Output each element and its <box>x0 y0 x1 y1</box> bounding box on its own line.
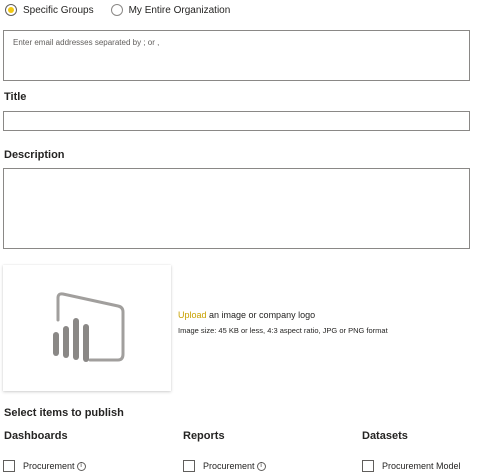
logo-preview-card[interactable] <box>3 265 171 391</box>
dataset-procurement-model-checkbox[interactable] <box>362 460 374 472</box>
dashboard-item-procurement: Procurement i <box>3 460 86 472</box>
dashboards-column-title: Dashboards <box>4 430 68 442</box>
dataset-item-procurement-model: Procurement Model <box>362 460 461 472</box>
email-addresses-textarea[interactable]: Enter email addresses separated by ; or … <box>3 30 470 81</box>
datasets-column-title: Datasets <box>362 430 408 442</box>
description-label: Description <box>4 149 65 161</box>
report-item-procurement: Procurement i <box>183 460 266 472</box>
title-label: Title <box>4 91 27 103</box>
audience-radio-group: Specific Groups My Entire Organization <box>5 3 247 17</box>
power-bi-logo-icon <box>53 292 125 362</box>
radio-entire-organization[interactable] <box>110 4 123 16</box>
report-procurement-label: Procurement <box>203 461 255 471</box>
report-procurement-checkbox[interactable] <box>183 460 195 472</box>
info-icon[interactable]: i <box>256 461 266 471</box>
upload-text: an image or company logo <box>206 310 316 320</box>
radio-specific-groups-label[interactable]: Specific Groups <box>23 5 94 16</box>
reports-column-title: Reports <box>183 430 225 442</box>
radio-specific-groups[interactable] <box>5 4 17 16</box>
email-placeholder: Enter email addresses separated by ; or … <box>13 38 160 47</box>
title-input[interactable] <box>3 111 470 131</box>
select-items-title: Select items to publish <box>4 407 124 419</box>
dashboard-procurement-checkbox[interactable] <box>3 460 15 472</box>
upload-link[interactable]: Upload <box>178 310 207 320</box>
info-icon[interactable]: i <box>76 461 86 471</box>
upload-line: Upload an image or company logo <box>178 310 315 320</box>
dashboard-procurement-label: Procurement <box>23 461 75 471</box>
upload-hint: Image size: 45 KB or less, 4:3 aspect ra… <box>178 326 388 335</box>
dataset-procurement-model-label: Procurement Model <box>382 461 461 471</box>
radio-selected-dot <box>8 7 14 13</box>
radio-entire-organization-label[interactable]: My Entire Organization <box>129 5 231 16</box>
description-textarea[interactable] <box>3 168 470 249</box>
